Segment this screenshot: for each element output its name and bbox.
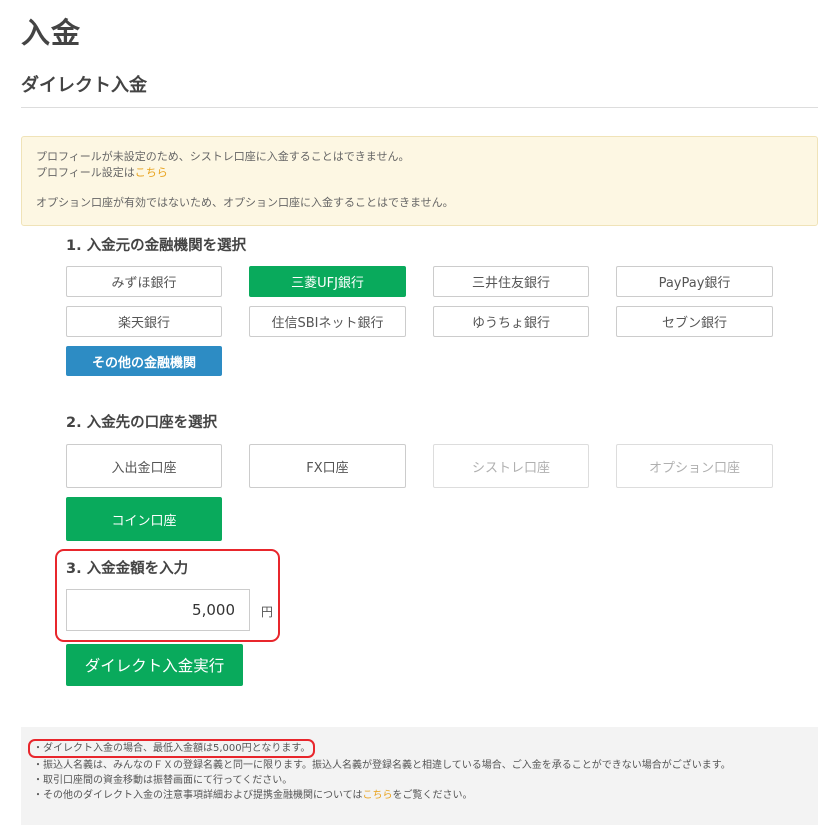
profile-settings-link[interactable]: こちら	[135, 166, 168, 179]
bank-button-yucho[interactable]: ゆうちょ銀行	[433, 306, 589, 337]
section-title: ダイレクト入金	[21, 75, 147, 96]
note-details-prefix: ・その他のダイレクト入金の注意事項詳細および提携金融機関については	[33, 790, 363, 801]
bank-button-mufg[interactable]: 三菱UFJ銀行	[249, 266, 406, 297]
note-name: ・振込人名義は、みんなのＦＸの登録名義と同一に限ります。振込人名義が登録名義と相…	[33, 760, 731, 771]
account-button-fx[interactable]: FX口座	[249, 444, 406, 488]
note-transfer: ・取引口座間の資金移動は振替画面にて行ってください。	[33, 775, 293, 786]
step2-title: 2. 入金先の口座を選択	[66, 415, 218, 431]
note-minimum-highlight: ・ダイレクト入金の場合、最低入金額は5,000円となります。	[28, 739, 316, 758]
account-button-option: オプション口座	[616, 444, 773, 488]
bank-button-sbi[interactable]: 住信SBIネット銀行	[249, 306, 406, 337]
notice-line-profile: プロフィールが未設定のため、シストレ口座に入金することはできません。	[36, 150, 410, 163]
step1-title: 1. 入金元の金融機関を選択	[66, 238, 247, 254]
bank-button-rakuten[interactable]: 楽天銀行	[66, 306, 222, 337]
profile-notice: プロフィールが未設定のため、シストレ口座に入金することはできません。 プロフィー…	[21, 136, 818, 226]
bank-button-seven[interactable]: セブン銀行	[616, 306, 773, 337]
note-minimum: ・ダイレクト入金の場合、最低入金額は5,000円となります。	[28, 739, 806, 758]
amount-input[interactable]	[66, 589, 250, 631]
notice-line-option: オプション口座が有効ではないため、オプション口座に入金することはできません。	[36, 196, 454, 209]
account-button-coin[interactable]: コイン口座	[66, 497, 222, 541]
bank-button-mizuho[interactable]: みずほ銀行	[66, 266, 222, 297]
notice-settings-text: プロフィール設定は	[36, 166, 135, 179]
other-bank-button[interactable]: その他の金融機関	[66, 346, 222, 376]
account-button-systrade: シストレ口座	[433, 444, 589, 488]
bank-button-smbc[interactable]: 三井住友銀行	[433, 266, 589, 297]
execute-deposit-button[interactable]: ダイレクト入金実行	[66, 644, 243, 686]
step3-title: 3. 入金金額を入力	[66, 561, 189, 577]
note-details: ・その他のダイレクト入金の注意事項詳細および提携金融機関についてはこちらをご覧く…	[33, 788, 806, 803]
page-title: 入金	[21, 16, 82, 50]
notes-panel: ・ダイレクト入金の場合、最低入金額は5,000円となります。 ・振込人名義は、み…	[21, 727, 818, 825]
notice-line-profile-settings: プロフィール設定はこちら	[36, 165, 803, 181]
account-button-deposit[interactable]: 入出金口座	[66, 444, 222, 488]
note-details-suffix: をご覧ください。	[392, 790, 473, 801]
details-link[interactable]: こちら	[363, 790, 393, 801]
divider	[21, 107, 818, 108]
bank-button-paypay[interactable]: PayPay銀行	[616, 266, 773, 297]
yen-unit-label: 円	[261, 605, 274, 619]
